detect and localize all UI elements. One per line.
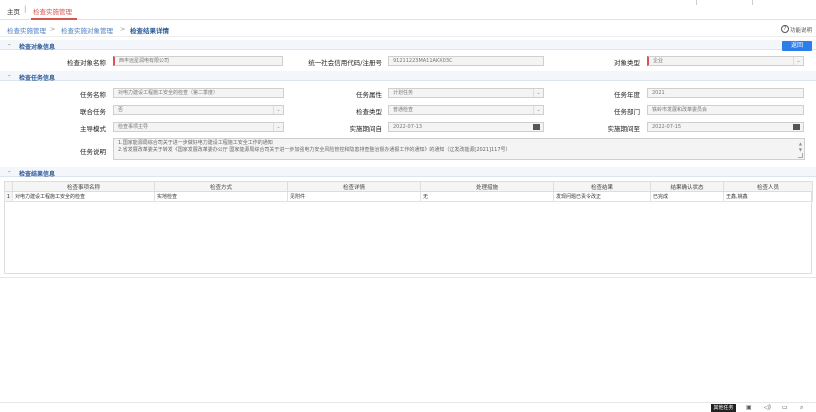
table-cell[interactable]: 无 (420, 191, 554, 202)
table-row[interactable]: 1 对电力建设工程施工安全的检查 实地检查 见附件 无 发现问题已责令改正 已完… (4, 191, 813, 202)
lead-mode-select[interactable]: 检查事项主导 ⌄ (113, 122, 284, 132)
task-year-label: 任务年度 (614, 91, 640, 99)
task-dept-field[interactable]: 铁岭市发展和改革委员会 (647, 105, 804, 115)
divider (0, 277, 816, 278)
section-header-result[interactable]: - 检查结果信息 (0, 167, 816, 178)
table-cell[interactable]: 见附件 (287, 191, 421, 202)
credit-code-field[interactable]: 91211223MA11AKX03C (388, 56, 544, 66)
table-header-row: 检查事项名称 检查方式 检查详情 处理措施 检查结果 结果确认状态 检查人员 (4, 181, 813, 192)
check-type-select[interactable]: 普通检查 ⌄ (388, 105, 544, 115)
calendar-icon[interactable] (533, 124, 540, 130)
task-desc-line: 2.省发展改革委关于转发《国家发展改革委办公厅 国家能源局综合司关于进一步加强电… (118, 147, 511, 153)
column-header-index (4, 181, 13, 192)
clipboard-icon[interactable]: ▣ (746, 404, 752, 411)
tab-separator: | (24, 5, 27, 13)
column-header[interactable]: 结果确认状态 (650, 181, 724, 192)
start-date-value: 2022-07-13 (393, 124, 423, 130)
column-header[interactable]: 检查方式 (154, 181, 288, 192)
chevron-down-icon[interactable]: ⌄ (533, 89, 543, 97)
object-name-label: 检查对象名称 (67, 59, 106, 67)
task-attr-value: 计划任务 (393, 90, 414, 96)
section-header-object[interactable]: - 检查对象信息 (0, 40, 816, 51)
table-cell[interactable]: 实地检查 (154, 191, 288, 202)
breadcrumb-arrow: > (50, 25, 56, 33)
calendar-icon[interactable] (793, 124, 800, 130)
table-cell[interactable]: 对电力建设工程施工安全的检查 (12, 191, 155, 202)
divider (752, 0, 753, 5)
object-type-value: 企业 (653, 58, 664, 64)
help-link[interactable]: 功能说明 (790, 26, 812, 34)
result-table: 检查事项名称 检查方式 检查详情 处理措施 检查结果 结果确认状态 检查人员 1… (4, 181, 813, 202)
home-tab[interactable]: 主页 (7, 6, 20, 16)
task-desc-line: 1.国家能源局综合司关于进一步做好电力建设工程施工安全工作的通知 (118, 140, 273, 146)
search-icon[interactable]: ⌕ (800, 404, 803, 412)
active-tab-indicator (31, 18, 77, 20)
task-dept-label: 任务部门 (614, 108, 640, 116)
task-desc-textarea[interactable]: 1.国家能源局综合司关于进一步做好电力建设工程施工安全工作的通知 2.省发展改革… (113, 138, 805, 160)
lead-mode-label: 主导模式 (80, 125, 106, 133)
column-header[interactable]: 检查事项名称 (12, 181, 155, 192)
column-header[interactable]: 处理措施 (420, 181, 554, 192)
object-type-select[interactable]: 企业 ⌄ (647, 56, 804, 66)
system-tray: 其他任务 ▣ ◁) ▭ ⌕ (0, 402, 816, 412)
credit-code-label: 统一社会信用代码/注册号 (308, 59, 382, 67)
breadcrumb-arrow: > (120, 25, 126, 33)
column-header[interactable]: 检查详情 (287, 181, 421, 192)
end-date-field[interactable]: 2022-07-15 (647, 122, 804, 132)
object-type-label: 对象类型 (614, 59, 640, 67)
section-title: 检查结果信息 (19, 171, 56, 178)
chevron-down-icon[interactable]: ⌄ (273, 123, 283, 131)
lead-mode-value: 检查事项主导 (118, 124, 149, 130)
chevron-down-icon[interactable]: ⌄ (533, 106, 543, 114)
chat-icon[interactable]: ▭ (782, 404, 788, 411)
check-type-value: 普通检查 (393, 107, 414, 113)
table-cell[interactable]: 发现问题已责令改正 (553, 191, 651, 202)
end-date-label: 实施期间至 (607, 125, 641, 133)
chevron-down-icon[interactable]: ⌄ (273, 106, 283, 114)
ime-indicator[interactable]: 其他任务 (711, 404, 736, 412)
section-title: 检查对象信息 (19, 44, 56, 51)
joint-task-select[interactable]: 否 ⌄ (113, 105, 284, 115)
breadcrumb-item-object-management[interactable]: 检查实施对象管理 (61, 25, 113, 35)
chevron-down-icon[interactable]: ⌄ (793, 57, 803, 65)
help-icon[interactable]: ? (781, 25, 789, 33)
task-name-label: 任务名称 (80, 91, 106, 99)
table-cell[interactable]: 已完成 (650, 191, 724, 202)
back-button[interactable]: 返回 (782, 41, 812, 51)
task-year-field[interactable]: 2021 (647, 88, 804, 98)
divider (696, 0, 697, 5)
breadcrumb-item-management[interactable]: 检查实施管理 (7, 25, 46, 35)
joint-task-value: 否 (118, 107, 124, 113)
collapse-icon[interactable]: - (8, 72, 11, 80)
section-header-task[interactable]: - 检查任务信息 (0, 71, 816, 82)
end-date-value: 2022-07-15 (652, 124, 682, 130)
column-header[interactable]: 检查人员 (723, 181, 813, 192)
task-desc-label: 任务说明 (80, 148, 106, 156)
row-index: 1 (4, 191, 13, 202)
start-date-label: 实施期间自 (349, 125, 383, 133)
breadcrumb-item-current: 检查结果详情 (130, 27, 169, 35)
collapse-icon[interactable]: - (8, 168, 11, 176)
volume-icon[interactable]: ◁) (764, 404, 771, 411)
task-attr-label: 任务属性 (356, 91, 382, 99)
resize-grip-icon[interactable] (798, 153, 803, 158)
section-title: 检查任务信息 (19, 75, 56, 82)
column-header[interactable]: 检查结果 (553, 181, 651, 192)
check-type-label: 检查类型 (356, 108, 382, 116)
tab-inspection-management[interactable]: 检查实施管理 (33, 6, 72, 16)
breadcrumb: 检查实施管理 > 检查实施对象管理 > 检查结果详情 ? 功能说明 (0, 21, 816, 37)
collapse-icon[interactable]: - (8, 41, 11, 49)
scroll-down-icon[interactable]: ▼ (799, 146, 802, 153)
task-name-field[interactable]: 对电力建设工程施工安全的检查（第二季度） (113, 88, 284, 98)
object-name-field[interactable]: 西丰远星润电有限公司 (113, 56, 283, 66)
joint-task-label: 联合任务 (80, 108, 106, 116)
table-cell[interactable]: 王鑫,姚鑫 (723, 191, 813, 202)
top-nav-bar: 主页 | 检查实施管理 (0, 0, 816, 20)
start-date-field[interactable]: 2022-07-13 (388, 122, 544, 132)
task-attr-select[interactable]: 计划任务 ⌄ (388, 88, 544, 98)
